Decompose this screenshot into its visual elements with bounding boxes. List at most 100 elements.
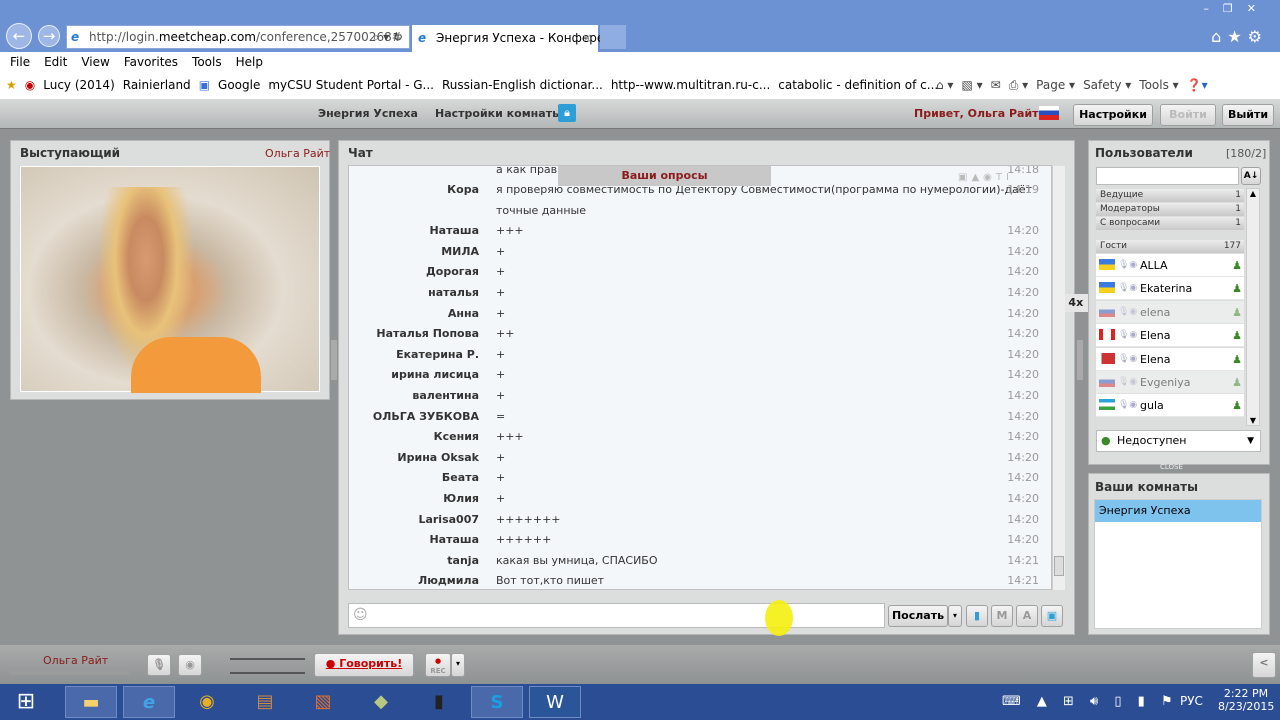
menu-view[interactable]: View bbox=[81, 55, 109, 69]
sort-az-button[interactable]: A↓ bbox=[1241, 167, 1261, 185]
polls-button[interactable]: Ваши опросы bbox=[558, 166, 771, 186]
page-menu[interactable]: Page ▾ bbox=[1036, 78, 1075, 92]
chat-input[interactable]: ☺ bbox=[348, 603, 885, 628]
tray-icons[interactable]: ⌨ ▲ ⊞ 🔊︎ ▯ ▮ ⚑ bbox=[1002, 694, 1179, 709]
status-select[interactable]: ● Недоступен ▼ bbox=[1096, 430, 1261, 452]
print-icon[interactable]: ⎙ ▾ bbox=[1009, 78, 1028, 92]
user-item[interactable]: 🎙︎◉ Elena ♟ bbox=[1096, 347, 1244, 371]
user-group-header[interactable]: Модераторы 1 bbox=[1096, 203, 1244, 216]
message-author[interactable]: Беата bbox=[442, 468, 479, 488]
font-m-icon[interactable]: M bbox=[991, 605, 1013, 627]
fav-link[interactable]: myCSU Student Portal - G... bbox=[268, 78, 434, 92]
close-users-button[interactable]: CLOSE bbox=[1160, 463, 1183, 471]
new-tab-button[interactable] bbox=[600, 25, 626, 49]
logout-button[interactable]: Выйти bbox=[1222, 104, 1274, 126]
message-author[interactable]: tanja bbox=[447, 551, 479, 571]
mic-button[interactable]: 🎙︎ bbox=[147, 654, 171, 676]
volume-slider[interactable] bbox=[230, 658, 305, 660]
fav-link[interactable]: Russian-English dictionar... bbox=[442, 78, 603, 92]
close-tab-icon[interactable]: × bbox=[582, 25, 592, 51]
smiley-icon[interactable]: ☺ bbox=[353, 607, 368, 623]
room-item[interactable]: Энергия Успеха bbox=[1095, 500, 1261, 522]
menu-tools[interactable]: Tools bbox=[192, 55, 222, 69]
chat-scrollbar[interactable] bbox=[1052, 166, 1065, 590]
menu-edit[interactable]: Edit bbox=[44, 55, 67, 69]
movie-maker-icon[interactable]: ▤ bbox=[239, 686, 291, 718]
forward-button[interactable]: → bbox=[38, 25, 60, 47]
message-author[interactable]: Дорогая bbox=[426, 262, 479, 282]
chat-format-icons[interactable]: ▣▲◉TI bbox=[958, 172, 1013, 183]
window-controls[interactable]: –❐✕ bbox=[1203, 2, 1270, 15]
scroll-thumb[interactable] bbox=[1054, 556, 1064, 576]
start-button[interactable]: ⊞ bbox=[0, 686, 52, 718]
user-item[interactable]: 🎙︎◉ elena ♟ bbox=[1096, 300, 1244, 324]
fav-link[interactable]: catabolic - definition of c... bbox=[778, 78, 938, 92]
left-collapse-handle[interactable] bbox=[331, 340, 337, 380]
message-author[interactable]: Ксения bbox=[434, 427, 479, 447]
message-author[interactable]: Екатерина Р. bbox=[396, 345, 479, 365]
room-settings-link[interactable]: Настройки комнаты bbox=[435, 107, 562, 120]
safety-menu[interactable]: Safety ▾ bbox=[1083, 78, 1131, 92]
menu-favorites[interactable]: Favorites bbox=[124, 55, 178, 69]
clock[interactable]: 2:22 PM 8/23/2015 bbox=[1218, 687, 1274, 713]
menu-help[interactable]: Help bbox=[236, 55, 263, 69]
message-author[interactable]: Наташа bbox=[429, 530, 479, 550]
login-button[interactable]: Войти bbox=[1160, 104, 1216, 126]
message-author[interactable]: Людмила bbox=[418, 571, 479, 589]
save-icon[interactable]: ▣ bbox=[1041, 605, 1063, 627]
back-button[interactable]: ← bbox=[6, 23, 32, 49]
message-author[interactable]: МИЛА bbox=[441, 242, 479, 262]
browser-tab[interactable]: e Энергия Успеха - Конфере... × bbox=[412, 25, 616, 52]
message-author[interactable]: Юлия bbox=[443, 489, 479, 509]
camera-icon[interactable]: ▮ bbox=[413, 686, 465, 718]
menu-file[interactable]: File bbox=[10, 55, 30, 69]
send-dropdown[interactable]: ▾ bbox=[948, 605, 962, 627]
rec-dropdown[interactable]: ▾ bbox=[451, 653, 465, 677]
webcam-button[interactable]: ◉ bbox=[178, 654, 202, 676]
word-icon[interactable]: W bbox=[529, 686, 581, 718]
paint-icon[interactable]: ▮ bbox=[966, 605, 988, 627]
user-item[interactable]: 🎙︎◉ Ekaterina ♟ bbox=[1096, 277, 1244, 301]
user-group-header[interactable]: С вопросами 1 bbox=[1096, 217, 1244, 230]
input-language[interactable]: РУС bbox=[1180, 694, 1203, 708]
right-collapse-handle[interactable] bbox=[1077, 340, 1083, 380]
fav-link[interactable]: Rainierland bbox=[123, 78, 191, 92]
ie-taskbar-icon[interactable]: e bbox=[123, 686, 175, 718]
fav-link[interactable]: Google bbox=[218, 78, 260, 92]
mail-icon[interactable]: ✉ bbox=[991, 78, 1001, 92]
message-author[interactable]: валентина bbox=[412, 386, 479, 406]
tab-6[interactable]: 4x bbox=[1063, 294, 1089, 312]
rec-button[interactable]: ● REC bbox=[425, 653, 451, 677]
user-item[interactable]: 🎙︎◉ ALLA ♟ bbox=[1096, 254, 1244, 277]
user-group-header[interactable]: Ведущие 1 bbox=[1096, 189, 1244, 202]
speak-button[interactable]: ● Говорить! bbox=[314, 653, 414, 677]
user-item[interactable]: 🎙︎◉ Elena ♟ bbox=[1096, 324, 1244, 348]
message-author[interactable]: Анна bbox=[448, 304, 479, 324]
search-refresh-icon[interactable]: ⌕ ▾ ↻ bbox=[373, 26, 403, 48]
message-author[interactable]: Наташа bbox=[429, 221, 479, 241]
message-author[interactable]: Ирина Oksak bbox=[397, 448, 479, 468]
message-author[interactable]: наталья bbox=[428, 283, 479, 303]
fav-link[interactable]: Lucy (2014) bbox=[43, 78, 115, 92]
share-icon[interactable]: < bbox=[1252, 652, 1276, 678]
user-group-header[interactable]: Гости 177 bbox=[1096, 240, 1244, 253]
home-star-gear-icons[interactable]: ⌂★⚙ bbox=[1211, 27, 1268, 46]
message-author[interactable]: Наталья Попова bbox=[376, 324, 479, 344]
tools-menu[interactable]: Tools ▾ bbox=[1139, 78, 1178, 92]
explorer-icon[interactable]: ▬ bbox=[65, 686, 117, 718]
user-search-input[interactable] bbox=[1096, 167, 1239, 185]
fav-link[interactable]: http--www.multitran.ru-c... bbox=[611, 78, 770, 92]
app-icon[interactable]: ◆ bbox=[355, 686, 407, 718]
chrome-icon[interactable]: ◉ bbox=[181, 686, 233, 718]
message-author[interactable]: Кора bbox=[447, 180, 479, 200]
settings-button[interactable]: Настройки bbox=[1073, 104, 1153, 126]
speaker-video[interactable] bbox=[20, 166, 320, 393]
room-name[interactable]: Энергия Успеха bbox=[318, 107, 418, 120]
lock-icon[interactable]: 🔒︎ bbox=[558, 104, 576, 122]
russian-flag-icon[interactable] bbox=[1039, 106, 1059, 120]
skype-icon[interactable]: S bbox=[471, 686, 523, 718]
help-icon[interactable]: ❓▾ bbox=[1187, 78, 1208, 92]
feed-icon[interactable]: ▧ ▾ bbox=[961, 78, 982, 92]
users-scrollbar[interactable]: ▲ ▼ bbox=[1246, 188, 1260, 426]
message-author[interactable]: Larisa007 bbox=[418, 510, 479, 530]
